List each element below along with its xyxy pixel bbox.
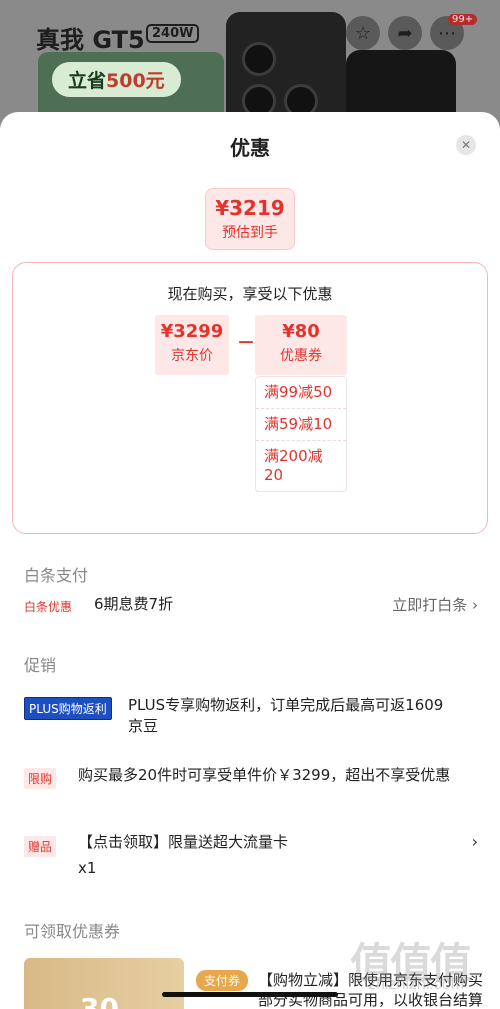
promo-text: 立省 — [68, 70, 107, 92]
gift-text[interactable]: 【点击领取】限量送超大流量卡 — [78, 832, 288, 853]
plus-rebate-text: PLUS专享购物返利，订单完成后最高可返1609京豆 — [128, 696, 444, 735]
charge-badge: 240W — [146, 24, 200, 43]
applied-coupon-list: 满99减50 满59减10 满200减20 — [255, 376, 347, 492]
baitiao-open-link[interactable]: 立即打白条 › — [392, 594, 478, 615]
discount-sheet: 优惠 ✕ ¥3219 预估到手 现在购买，享受以下优惠 ¥3299 京东价 － … — [0, 112, 500, 1009]
applied-coupon: 满99减50 — [256, 377, 346, 409]
baitiao-tag: 白条优惠 — [24, 600, 73, 614]
gift-tag: 赠品 — [24, 836, 57, 857]
estimated-price-box: ¥3219 预估到手 — [205, 188, 295, 250]
price-calculation-box: 现在购买，享受以下优惠 ¥3299 京东价 － ¥80 优惠券 满99减50 满… — [12, 262, 488, 534]
coupon-total-cell: ¥80 优惠券 — [255, 315, 347, 375]
close-icon: ✕ — [460, 138, 472, 152]
purchase-limit-text: 购买最多20件时可享受单件价￥3299，超出不享受优惠 — [78, 766, 451, 784]
plus-rebate-tag: PLUS购物返利 — [24, 697, 112, 720]
baitiao-section-title: 白条支付 — [24, 566, 89, 585]
chevron-right-icon[interactable]: › — [472, 832, 478, 851]
calculation-heading: 现在购买，享受以下优惠 — [167, 285, 333, 303]
pay-coupon-tag: 支付券 — [196, 970, 249, 991]
camera-lens-icon — [242, 42, 276, 76]
coupon-total-value: ¥80 — [282, 321, 320, 342]
back-icon[interactable]: ‹ — [42, 18, 52, 46]
product-title: 真我 GT5 — [36, 26, 145, 54]
applied-coupon: 满200减20 — [264, 447, 323, 484]
baitiao-offer-text: 6期息费7折 — [94, 595, 174, 613]
gift-quantity: x1 — [78, 859, 97, 877]
home-indicator[interactable] — [162, 992, 338, 997]
site-watermark-url: zhizhizhi.com — [368, 976, 465, 993]
promotion-section-title: 促销 — [24, 656, 57, 675]
jd-price-label: 京东价 — [171, 348, 213, 364]
cart-count-badge: 99+ — [448, 14, 478, 25]
coupon-card-value: 30 — [80, 992, 119, 1009]
sheet-title: 优惠 — [230, 136, 270, 160]
minus-operator: － — [237, 333, 255, 354]
estimated-price: ¥3219 — [215, 196, 285, 220]
close-button[interactable]: ✕ — [456, 135, 476, 155]
promo-pill: 立省500元 — [52, 62, 181, 97]
estimated-price-label: 预估到手 — [222, 225, 278, 241]
promo-amount: 500元 — [106, 70, 165, 92]
jd-price-cell: ¥3299 京东价 — [155, 315, 229, 375]
purchase-limit-tag: 限购 — [24, 768, 57, 789]
applied-coupon: 满59减10 — [256, 409, 346, 441]
coupon-card[interactable]: 30 — [24, 958, 184, 1009]
coupon-total-label: 优惠券 — [280, 348, 322, 364]
coupons-section-title: 可领取优惠券 — [24, 922, 121, 941]
share-icon[interactable]: ➦ — [388, 16, 422, 50]
favorite-star-icon[interactable]: ☆ — [346, 16, 380, 50]
jd-price: ¥3299 — [160, 321, 224, 342]
